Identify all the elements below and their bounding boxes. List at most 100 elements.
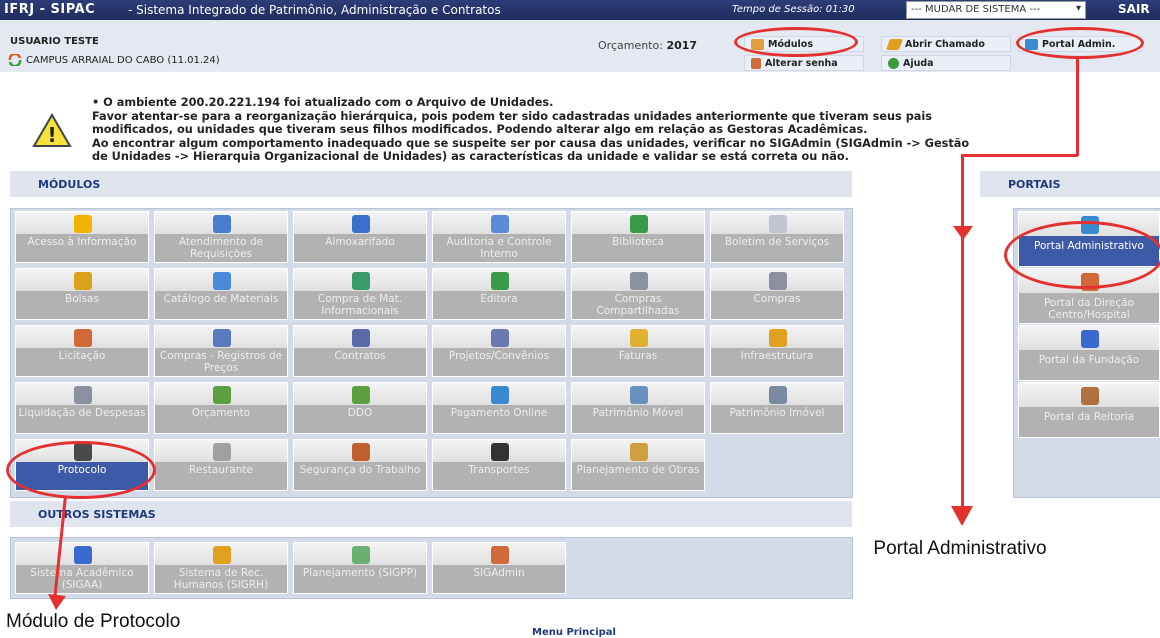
user-key-icon xyxy=(751,57,761,69)
tile-icon-area xyxy=(572,383,704,405)
arrow-head-icon xyxy=(951,506,973,526)
tile-icon-area xyxy=(294,326,426,348)
boxes-icon xyxy=(352,215,370,233)
budget-year: Orçamento: 2017 xyxy=(598,39,697,52)
worker-icon xyxy=(352,443,370,461)
tile-label: Planejamento de Obras xyxy=(576,464,700,476)
module-tile[interactable]: Catálogo de Materiais xyxy=(154,268,288,320)
module-tile[interactable]: Sistema de Rec. Humanos (SIGRH) xyxy=(154,542,288,594)
module-tile[interactable]: Biblioteca xyxy=(571,211,705,263)
portal-annotation: Portal Administrativo xyxy=(873,538,1047,559)
module-tile[interactable]: Projetos/Convênios xyxy=(432,325,566,377)
module-tile[interactable]: Contratos xyxy=(293,325,427,377)
tile-label: Compra de Mat. Informacionais xyxy=(317,293,403,317)
help-icon xyxy=(888,57,899,69)
portal-tile[interactable]: Portal da Reitoria xyxy=(1018,382,1160,438)
other-systems-grid: Sistema Acadêmico (SIGAA) Sistema de Rec.… xyxy=(10,537,853,599)
module-tile[interactable]: Compras Compartilhadas xyxy=(571,268,705,320)
module-tile[interactable]: Compra de Mat. Informacionais xyxy=(293,268,427,320)
module-tile[interactable]: Patrimônio Móvel xyxy=(571,382,705,434)
tile-label: Faturas xyxy=(618,350,658,362)
module-tile[interactable]: Bolsas xyxy=(15,268,149,320)
handshake-icon xyxy=(491,329,509,347)
module-tile[interactable]: Planejamento (SIGPP) xyxy=(293,542,427,594)
module-tile[interactable]: Editora xyxy=(432,268,566,320)
module-tile[interactable]: Compras - Registros de Preços xyxy=(154,325,288,377)
invoice-icon xyxy=(630,329,648,347)
system-select[interactable]: --- MUDAR DE SISTEMA --- ▾ xyxy=(906,1,1086,19)
tile-label: Portal da Direção Centro/Hospital xyxy=(1043,297,1135,321)
globe-pay-icon xyxy=(491,386,509,404)
module-tile[interactable]: Pagamento Online xyxy=(432,382,566,434)
module-tile[interactable]: Sistema Acadêmico (SIGAA) xyxy=(15,542,149,594)
grid-chart-icon xyxy=(352,546,370,564)
portal-tile[interactable]: Portal da Fundação xyxy=(1018,325,1160,381)
svg-text:!: ! xyxy=(47,123,56,147)
notice-line: modificados, ou unidades que tiveram seu… xyxy=(92,123,868,136)
tile-icon-area xyxy=(433,269,565,291)
tile-icon-area xyxy=(155,440,287,462)
books-icon xyxy=(491,272,509,290)
tile-label: Liquidação de Despesas xyxy=(18,407,146,419)
books-icon xyxy=(630,215,648,233)
module-tile[interactable]: Segurança do Trabalho xyxy=(293,439,427,491)
abrir-chamado-button[interactable]: Abrir Chamado xyxy=(881,36,1011,52)
tile-icon-area xyxy=(572,326,704,348)
module-tile[interactable]: DDO xyxy=(293,382,427,434)
module-tile[interactable]: Compras xyxy=(710,268,844,320)
module-tile[interactable]: Atendimento de Requisições xyxy=(154,211,288,263)
app-description: - Sistema Integrado de Patrimônio, Admin… xyxy=(128,3,501,17)
module-tile[interactable]: Auditoria e Controle Interno xyxy=(432,211,566,263)
magnifier-icon xyxy=(491,215,509,233)
cart-icon xyxy=(630,272,648,290)
tile-label: DDO xyxy=(347,407,373,419)
module-tile[interactable]: SIGAdmin xyxy=(432,542,566,594)
app-logo[interactable]: IFRJ - SIPAC xyxy=(4,2,95,17)
module-tile[interactable]: Boletim de Serviços xyxy=(710,211,844,263)
module-tile[interactable]: Infraestrutura xyxy=(710,325,844,377)
tile-label: Segurança do Trabalho xyxy=(299,464,421,476)
module-tile[interactable]: Almoxarifado xyxy=(293,211,427,263)
campus-selector[interactable]: CAMPUS ARRAIAL DO CABO (11.01.24) xyxy=(8,54,220,66)
tile-label: Pagamento Online xyxy=(450,407,548,419)
tile-label: Portal da Fundação xyxy=(1038,354,1140,366)
document-check-icon xyxy=(213,215,231,233)
module-tile[interactable]: Licitação xyxy=(15,325,149,377)
tile-label: Transportes xyxy=(468,464,530,476)
book-stack-icon xyxy=(74,546,92,564)
highlight-oval xyxy=(1004,221,1160,289)
module-tile[interactable]: Restaurante xyxy=(154,439,288,491)
people-icon xyxy=(74,329,92,347)
person-icon xyxy=(213,546,231,564)
budget-year-value: 2017 xyxy=(666,39,698,52)
tile-label: Restaurante xyxy=(189,464,253,476)
alterar-senha-button[interactable]: Alterar senha xyxy=(744,55,864,71)
module-tile[interactable]: Liquidação de Despesas xyxy=(15,382,149,434)
module-tile[interactable]: Transportes xyxy=(432,439,566,491)
tile-label: Atendimento de Requisições xyxy=(178,236,264,260)
module-tile[interactable]: Planejamento de Obras xyxy=(571,439,705,491)
ajuda-button[interactable]: Ajuda xyxy=(881,55,1011,71)
tile-icon-area xyxy=(572,269,704,291)
warning-icon: ! xyxy=(32,113,72,147)
planning-icon xyxy=(630,443,648,461)
tile-icon-area xyxy=(16,212,148,234)
tile-label: Compras xyxy=(753,293,801,305)
tile-label: Almoxarifado xyxy=(325,236,395,248)
contract-icon xyxy=(352,329,370,347)
chevron-down-icon: ▾ xyxy=(1075,3,1081,14)
module-tile[interactable]: Orçamento xyxy=(154,382,288,434)
ticket-icon xyxy=(885,38,904,50)
tile-label: Acesso à Informação xyxy=(27,236,137,248)
tile-label: Biblioteca xyxy=(612,236,664,248)
logout-link[interactable]: SAIR xyxy=(1118,2,1150,16)
menu-principal-link[interactable]: Menu Principal xyxy=(532,627,616,638)
portais-header: PORTAIS xyxy=(980,171,1160,197)
module-tile[interactable]: Faturas xyxy=(571,325,705,377)
worker-icon xyxy=(769,329,787,347)
tile-icon-area xyxy=(572,212,704,234)
tile-icon-area xyxy=(294,440,426,462)
tile-label: Compras - Registros de Preços xyxy=(159,350,283,374)
module-tile[interactable]: Patrimônio Imóvel xyxy=(710,382,844,434)
module-tile[interactable]: Acesso à Informação xyxy=(15,211,149,263)
